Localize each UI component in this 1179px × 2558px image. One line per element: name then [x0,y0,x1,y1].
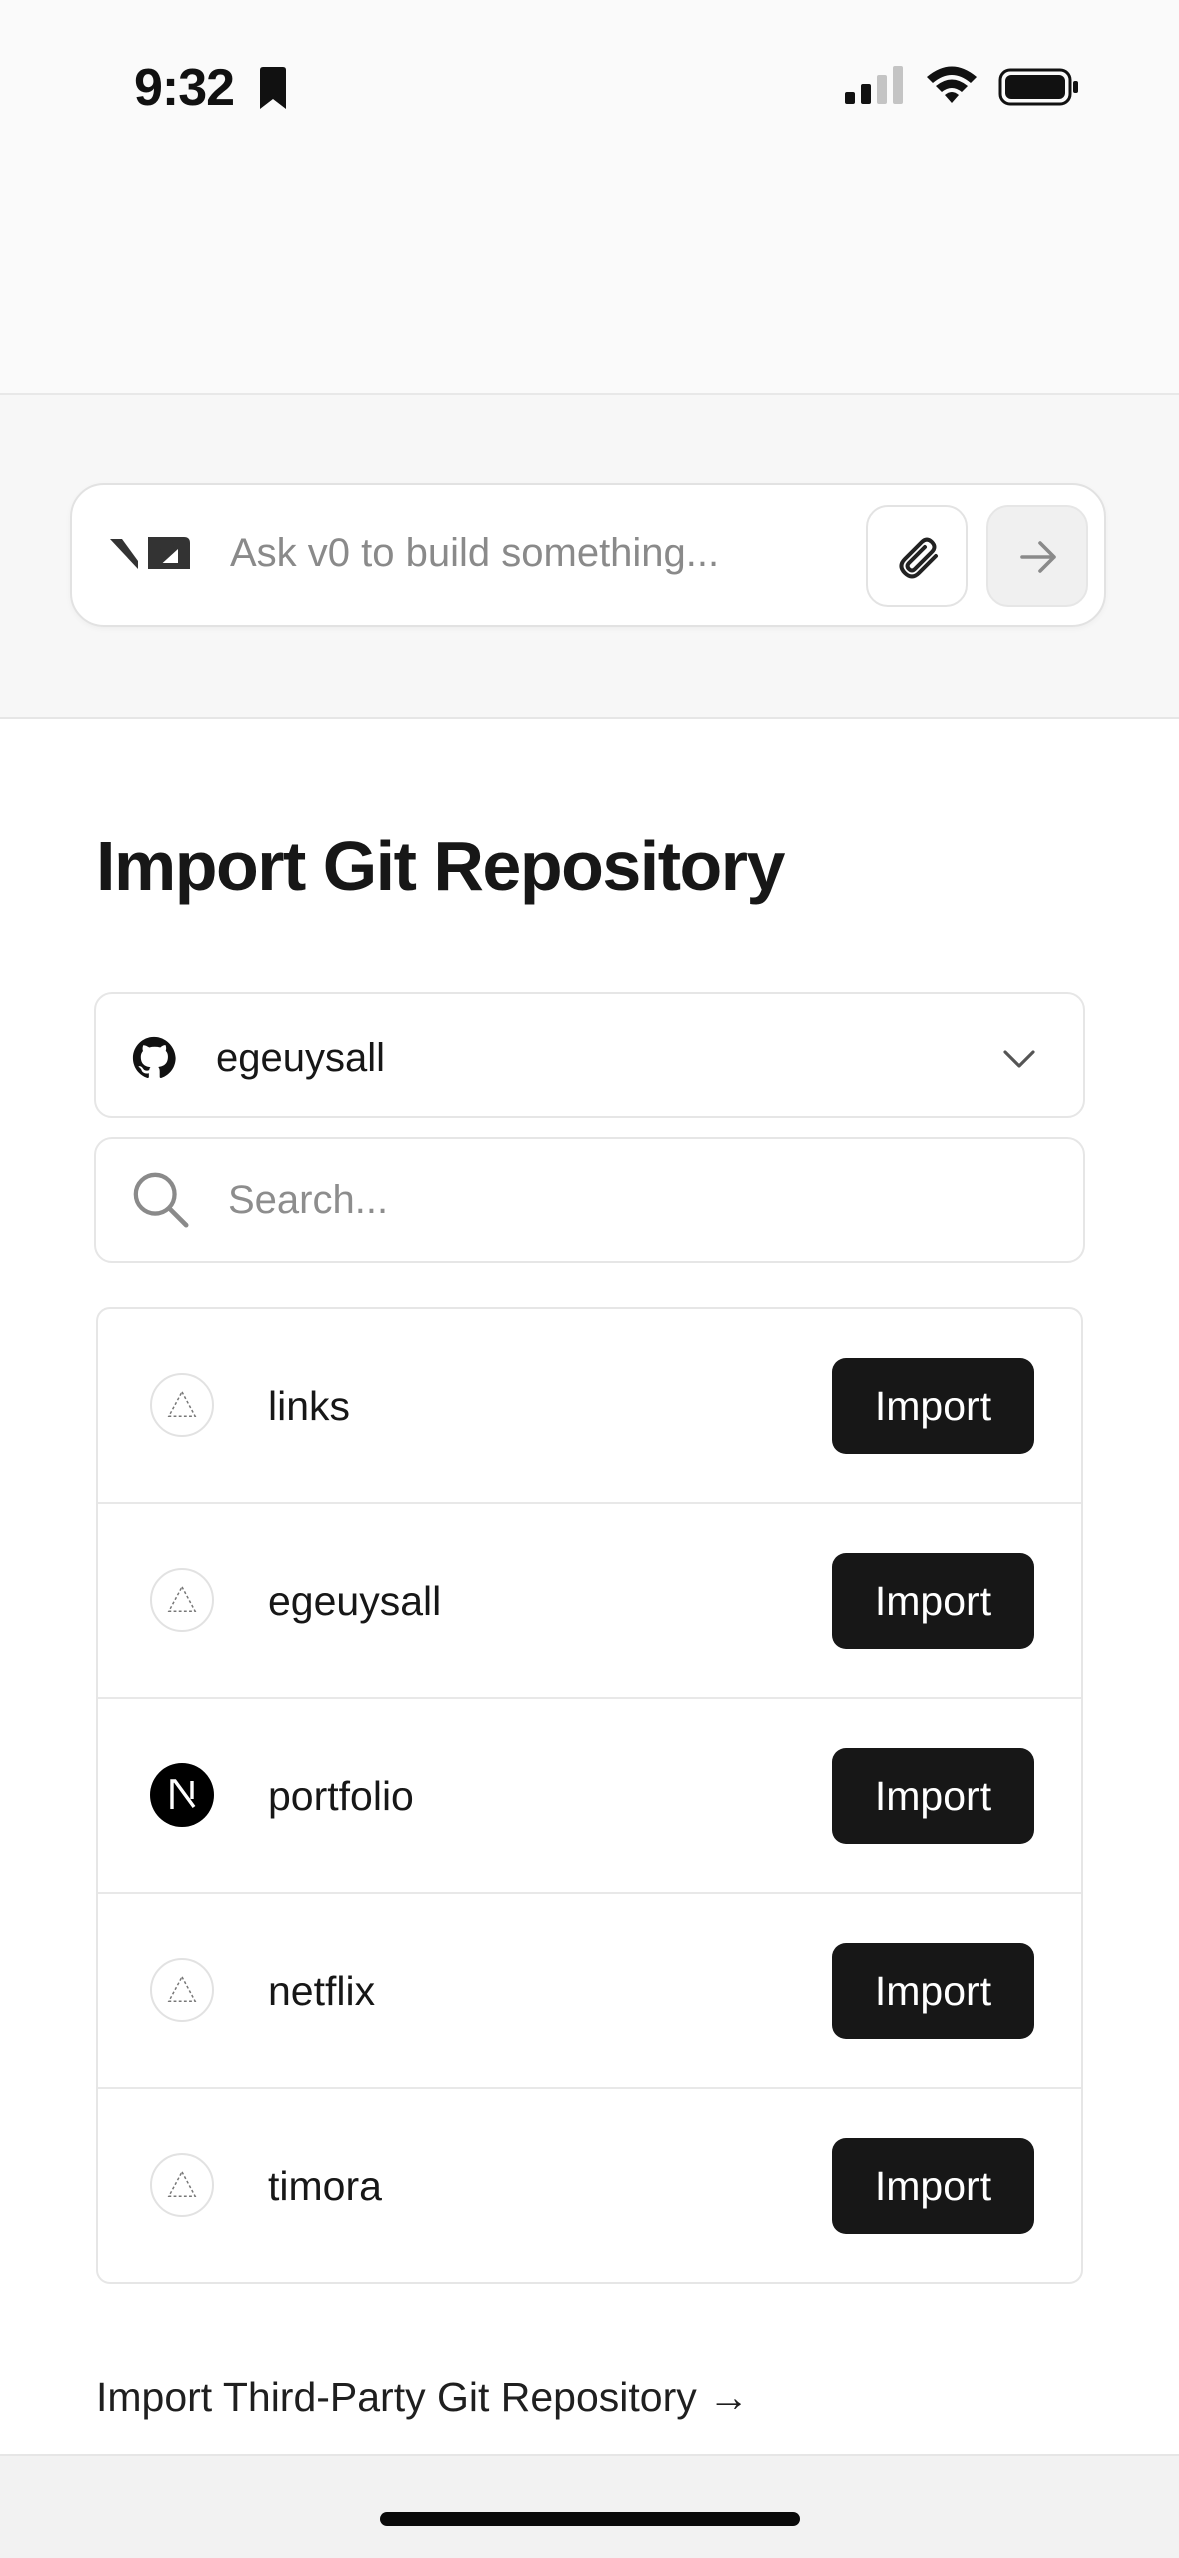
status-time: 9:32 [134,59,235,117]
vercel-triangle-icon [150,2153,214,2217]
chevron-down-icon [1003,1050,1035,1068]
repository-row: portfolio Import [98,1699,1081,1894]
repository-name: links [268,1383,351,1429]
home-indicator[interactable] [380,2512,800,2526]
search-input[interactable] [228,1169,1048,1231]
repository-row: timora Import [98,2089,1081,2282]
bottom-bar [0,2454,1179,2558]
repository-row: egeuysall Import [98,1504,1081,1699]
repository-name: netflix [268,1968,376,2014]
search-icon [133,1172,189,1228]
search-box[interactable] [94,1137,1085,1263]
top-header-area: 9:32 [0,0,1179,395]
signal-icon [845,66,903,104]
send-button[interactable] [986,505,1088,607]
attach-button[interactable] [866,505,968,607]
paperclip-icon [899,537,938,579]
import-button[interactable]: Import [832,2138,1034,2234]
import-button[interactable]: Import [832,1943,1034,2039]
repository-name: portfolio [268,1773,414,1819]
prompt-area: Ask v0 to build something... [0,395,1179,719]
vercel-triangle-icon [150,1568,214,1632]
account-select[interactable]: egeuysall [94,992,1085,1118]
repository-name: timora [268,2163,382,2209]
import-third-party-link[interactable]: Import Third-Party Git Repository → [96,2374,749,2421]
repository-row: links Import [98,1309,1081,1504]
github-icon [132,1036,176,1079]
repository-row: netflix Import [98,1894,1081,2089]
import-button[interactable]: Import [832,1748,1034,1844]
vercel-triangle-icon [150,1958,214,2022]
vercel-triangle-icon [150,1373,214,1437]
nextjs-icon [150,1763,214,1827]
repository-name: egeuysall [268,1578,442,1624]
page-title: Import Git Repository [96,827,785,905]
arrow-right-icon [1020,541,1056,573]
account-name: egeuysall [216,1036,386,1080]
v0-logo [110,537,190,569]
repository-list: links Import egeuysall Import portfolio … [96,1307,1083,2284]
import-button[interactable]: Import [832,1553,1034,1649]
prompt-input-box[interactable]: Ask v0 to build something... [70,483,1106,627]
import-button[interactable]: Import [832,1358,1034,1454]
prompt-placeholder[interactable]: Ask v0 to build something... [230,531,719,576]
wifi-icon [927,66,977,103]
bookmark-icon [260,67,286,109]
battery-icon [998,68,1078,106]
